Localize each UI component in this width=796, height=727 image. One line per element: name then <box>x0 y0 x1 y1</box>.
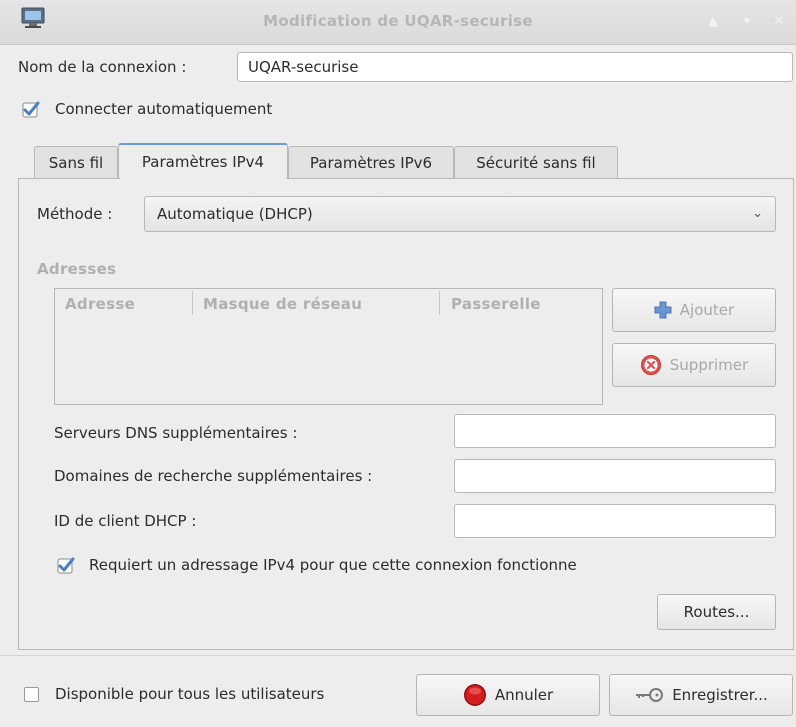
tab-ipv4-settings[interactable]: Paramètres IPv4 <box>118 143 288 180</box>
plus-icon <box>654 301 672 319</box>
minimize-button[interactable]: ▲ <box>700 9 726 35</box>
dhcp-client-id-label: ID de client DHCP : <box>54 512 197 530</box>
all-users-checkbox[interactable] <box>24 687 39 702</box>
close-button[interactable]: ✕ <box>766 9 792 35</box>
maximize-button[interactable]: ✦ <box>734 9 760 35</box>
cancel-button[interactable]: Annuler <box>416 674 600 716</box>
dhcp-client-id-input[interactable] <box>454 504 776 538</box>
method-label: Méthode : <box>37 205 113 223</box>
tab-ipv6-settings[interactable]: Paramètres IPv6 <box>288 146 454 180</box>
auto-connect-checkbox[interactable] <box>22 101 40 119</box>
save-button[interactable]: Enregistrer... <box>609 674 793 716</box>
window-title: Modification de UQAR-securise <box>263 12 533 30</box>
remove-button-label: Supprimer <box>669 356 749 374</box>
active-tab-join <box>120 176 286 180</box>
search-domains-label: Domaines de recherche supplémentaires : <box>54 467 373 485</box>
all-users-label: Disponible pour tous les utilisateurs <box>55 685 325 703</box>
column-header-gateway: Passerelle <box>451 295 541 313</box>
method-dropdown-value: Automatique (DHCP) <box>157 205 313 223</box>
key-icon <box>636 688 664 702</box>
add-address-button[interactable]: Ajouter <box>612 288 776 332</box>
chevron-down-icon: ⌄ <box>752 206 763 221</box>
cancel-button-label: Annuler <box>494 686 554 704</box>
tab-wireless-security[interactable]: Sécurité sans fil <box>454 146 618 180</box>
require-ipv4-label: Requiert un adressage IPv4 pour que cett… <box>89 556 577 574</box>
footer-divider <box>0 655 796 656</box>
dns-servers-label: Serveurs DNS supplémentaires : <box>54 424 298 442</box>
stop-icon <box>463 684 486 706</box>
connection-name-input[interactable]: UQAR-securise <box>237 52 793 82</box>
dns-servers-input[interactable] <box>454 414 776 448</box>
search-domains-input[interactable] <box>454 459 776 493</box>
connection-name-label: Nom de la connexion : <box>18 58 187 76</box>
remove-circle-icon <box>640 355 661 375</box>
add-button-label: Ajouter <box>679 301 735 319</box>
addresses-table[interactable]: Adresse Masque de réseau Passerelle <box>54 288 603 405</box>
save-button-label: Enregistrer... <box>672 686 768 704</box>
auto-connect-label: Connecter automatiquement <box>55 100 273 118</box>
column-divider <box>192 291 193 315</box>
require-ipv4-checkbox[interactable] <box>57 557 75 575</box>
routes-button-label: Routes... <box>683 603 750 621</box>
addresses-heading: Adresses <box>37 260 117 278</box>
tab-wireless[interactable]: Sans fil <box>34 146 118 180</box>
routes-button[interactable]: Routes... <box>657 594 776 630</box>
title-bar: Modification de UQAR-securise ▲ ✦ ✕ <box>0 0 796 45</box>
method-dropdown[interactable]: Automatique (DHCP) ⌄ <box>144 196 776 232</box>
column-header-netmask: Masque de réseau <box>203 295 363 313</box>
column-header-address: Adresse <box>65 295 136 313</box>
remove-address-button[interactable]: Supprimer <box>612 343 776 387</box>
column-divider <box>439 291 440 315</box>
